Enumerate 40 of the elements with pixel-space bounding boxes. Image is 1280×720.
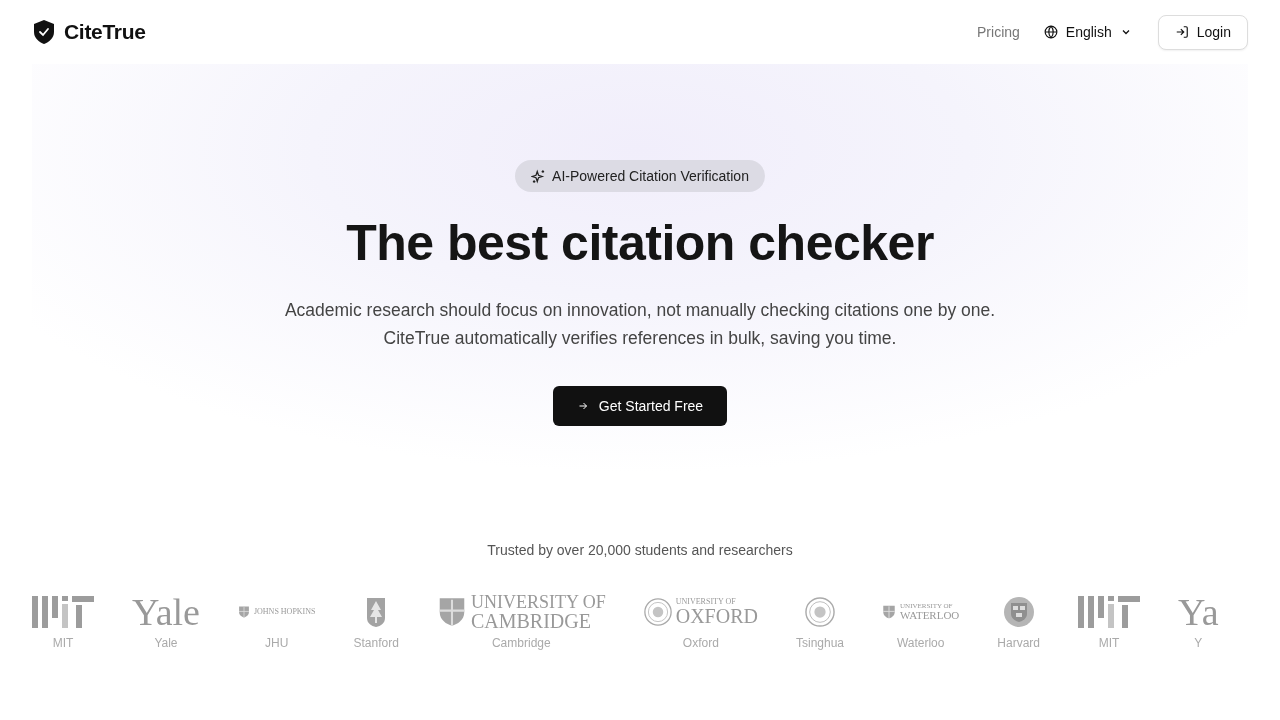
logo-caption: MIT	[1098, 636, 1120, 650]
logo-wordmark: WATERLOO	[900, 610, 960, 621]
logo-caption: Oxford	[682, 636, 719, 650]
hero-subtitle: Academic research should focus on innovation, not manually checking citations one by one. CiteTrue automatically verifies references in bulk, saving you time.	[284, 299, 996, 350]
logo-caption: JHU	[265, 636, 289, 650]
logo-caption: MIT	[52, 636, 74, 650]
logo-caption: Cambridge	[491, 636, 551, 650]
logo-caption: Waterloo	[896, 636, 945, 650]
pricing-link[interactable]: Pricing	[977, 24, 1020, 40]
brand-name: CiteTrue	[64, 20, 146, 44]
logo-caption: Y	[1194, 636, 1203, 650]
logo-caption: Yale	[154, 636, 178, 650]
shield-check-icon	[32, 19, 56, 45]
logo-wordmark: UNIVERSITY OF	[675, 598, 737, 606]
hero-title: The best citation checker	[346, 214, 934, 272]
globe-icon	[1043, 25, 1058, 39]
logo-caption: Stanford	[353, 636, 399, 650]
badge-text: AI-Powered Citation Verification	[552, 168, 749, 184]
logo-wordmark: Yale	[132, 594, 200, 630]
logo-wordmark: CAMBRIDGE	[470, 611, 592, 631]
trusted-caption: Trusted by over 20,000 students and researchers	[487, 542, 793, 558]
login-button[interactable]: Login	[1157, 14, 1248, 50]
logo-wordmark: OXFORD	[675, 606, 758, 626]
get-started-button[interactable]: Get Started Free	[552, 386, 728, 426]
logo-wordmark: JOHNS HOPKINS	[253, 608, 316, 616]
tree-shield-icon	[365, 596, 388, 628]
login-icon	[1174, 25, 1189, 39]
logo-caption: Tsinghua	[796, 636, 845, 650]
logo-wordmark: Ya	[1178, 594, 1219, 630]
shield-icon	[237, 606, 250, 618]
logo-wordmark: UNIVERSITY OF	[470, 593, 606, 611]
bars-logo-icon	[32, 596, 94, 628]
crest-icon	[1002, 596, 1035, 628]
shield-icon	[882, 605, 897, 619]
language-select[interactable]: English	[1043, 24, 1132, 40]
sparkles-icon	[531, 168, 547, 184]
logo-caption: Harvard	[997, 636, 1040, 650]
seal-icon	[643, 598, 672, 626]
seal-icon	[805, 597, 835, 627]
bars-logo-icon	[1078, 596, 1140, 628]
